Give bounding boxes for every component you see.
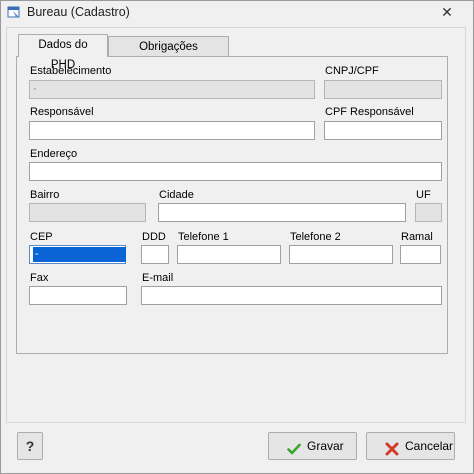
ramal-label: Ramal [401, 231, 433, 243]
telefone2-label: Telefone 2 [290, 231, 341, 243]
title-bar: Bureau (Cadastro) ✕ [1, 1, 473, 25]
endereco-label: Endereço [30, 148, 78, 160]
cpf-responsavel-field[interactable] [324, 121, 442, 140]
cidade-field[interactable] [158, 203, 406, 222]
cnpj-label: CNPJ/CPF [325, 65, 379, 77]
bairro-field[interactable] [29, 203, 146, 222]
uf-label: UF [416, 189, 431, 201]
responsavel-field[interactable] [29, 121, 315, 140]
cidade-label: Cidade [159, 189, 194, 201]
tab-obrigacoes-acessorias[interactable]: Obrigações Acessórias [108, 36, 229, 73]
window-title: Bureau (Cadastro) [27, 5, 130, 19]
telefone1-field[interactable] [177, 245, 281, 264]
ddd-label: DDD [142, 231, 166, 243]
fax-label: Fax [30, 272, 49, 284]
fax-field[interactable] [29, 286, 127, 305]
telefone2-field[interactable] [289, 245, 393, 264]
responsavel-label: Responsável [30, 106, 94, 118]
cnpj-field[interactable] [324, 80, 442, 99]
ramal-field[interactable] [400, 245, 441, 264]
ddd-field[interactable] [141, 245, 169, 264]
close-icon[interactable]: ✕ [439, 4, 455, 20]
help-button[interactable]: ? [17, 432, 43, 460]
bairro-label: Bairro [30, 189, 60, 201]
x-icon [385, 439, 399, 456]
cancel-button[interactable]: Cancelar [366, 432, 455, 460]
cep-selected-text: - [33, 247, 126, 262]
endereco-field[interactable] [29, 162, 442, 181]
cep-label: CEP [30, 231, 53, 243]
cpf-responsavel-label: CPF Responsável [325, 106, 414, 118]
estabelecimento-label: Estabelecimento [30, 65, 112, 77]
tab-dados-do-phd[interactable]: Dados do PHD [18, 34, 108, 71]
cancel-button-label: Cancelar [405, 439, 454, 453]
app-window-icon [7, 5, 21, 19]
check-icon [287, 439, 301, 455]
save-button[interactable]: Gravar [268, 432, 357, 460]
cep-field[interactable]: - [29, 245, 126, 264]
telefone1-label: Telefone 1 [178, 231, 229, 243]
estabelecimento-field[interactable]: · [29, 80, 315, 99]
email-field[interactable] [141, 286, 442, 305]
uf-field[interactable] [415, 203, 442, 222]
email-label: E-mail [142, 272, 174, 284]
save-button-label: Gravar [307, 439, 344, 453]
